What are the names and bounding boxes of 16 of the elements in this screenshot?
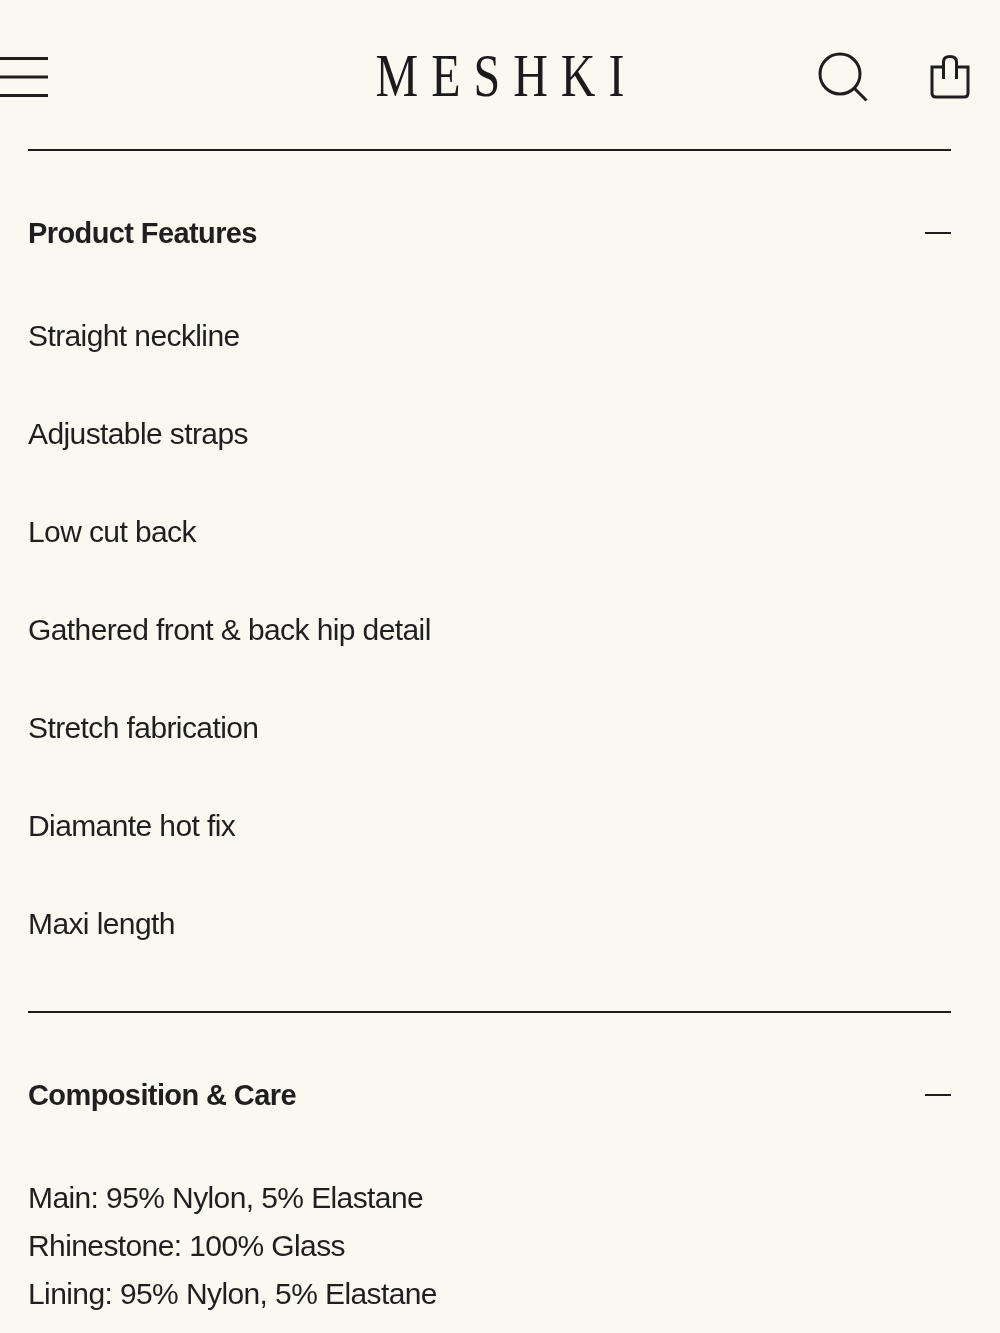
- menu-icon[interactable]: [0, 55, 48, 98]
- feature-item: Straight neckline: [28, 319, 240, 352]
- feature-item: Low cut back: [28, 515, 196, 548]
- search-icon[interactable]: [818, 51, 868, 102]
- composition-line: Rhinestone: 100% Glass: [28, 1229, 345, 1262]
- feature-item: Diamante hot fix: [28, 809, 236, 842]
- feature-item: Adjustable straps: [28, 417, 248, 450]
- composition-line: Main: 95% Nylon, 5% Elastane: [28, 1181, 424, 1214]
- logo[interactable]: MESHKI: [362, 54, 638, 98]
- shopping-bag-icon[interactable]: [930, 54, 970, 99]
- composition-line: Lining: 95% Nylon, 5% Elastane: [28, 1277, 437, 1310]
- accordion-toggle[interactable]: Product Features: [28, 215, 951, 251]
- feature-item: Maxi length: [28, 907, 175, 940]
- feature-item: Stretch fabrication: [28, 711, 259, 744]
- accordion-toggle[interactable]: Composition & Care: [28, 1077, 951, 1113]
- feature-item: Gathered front & back hip detail: [28, 613, 431, 646]
